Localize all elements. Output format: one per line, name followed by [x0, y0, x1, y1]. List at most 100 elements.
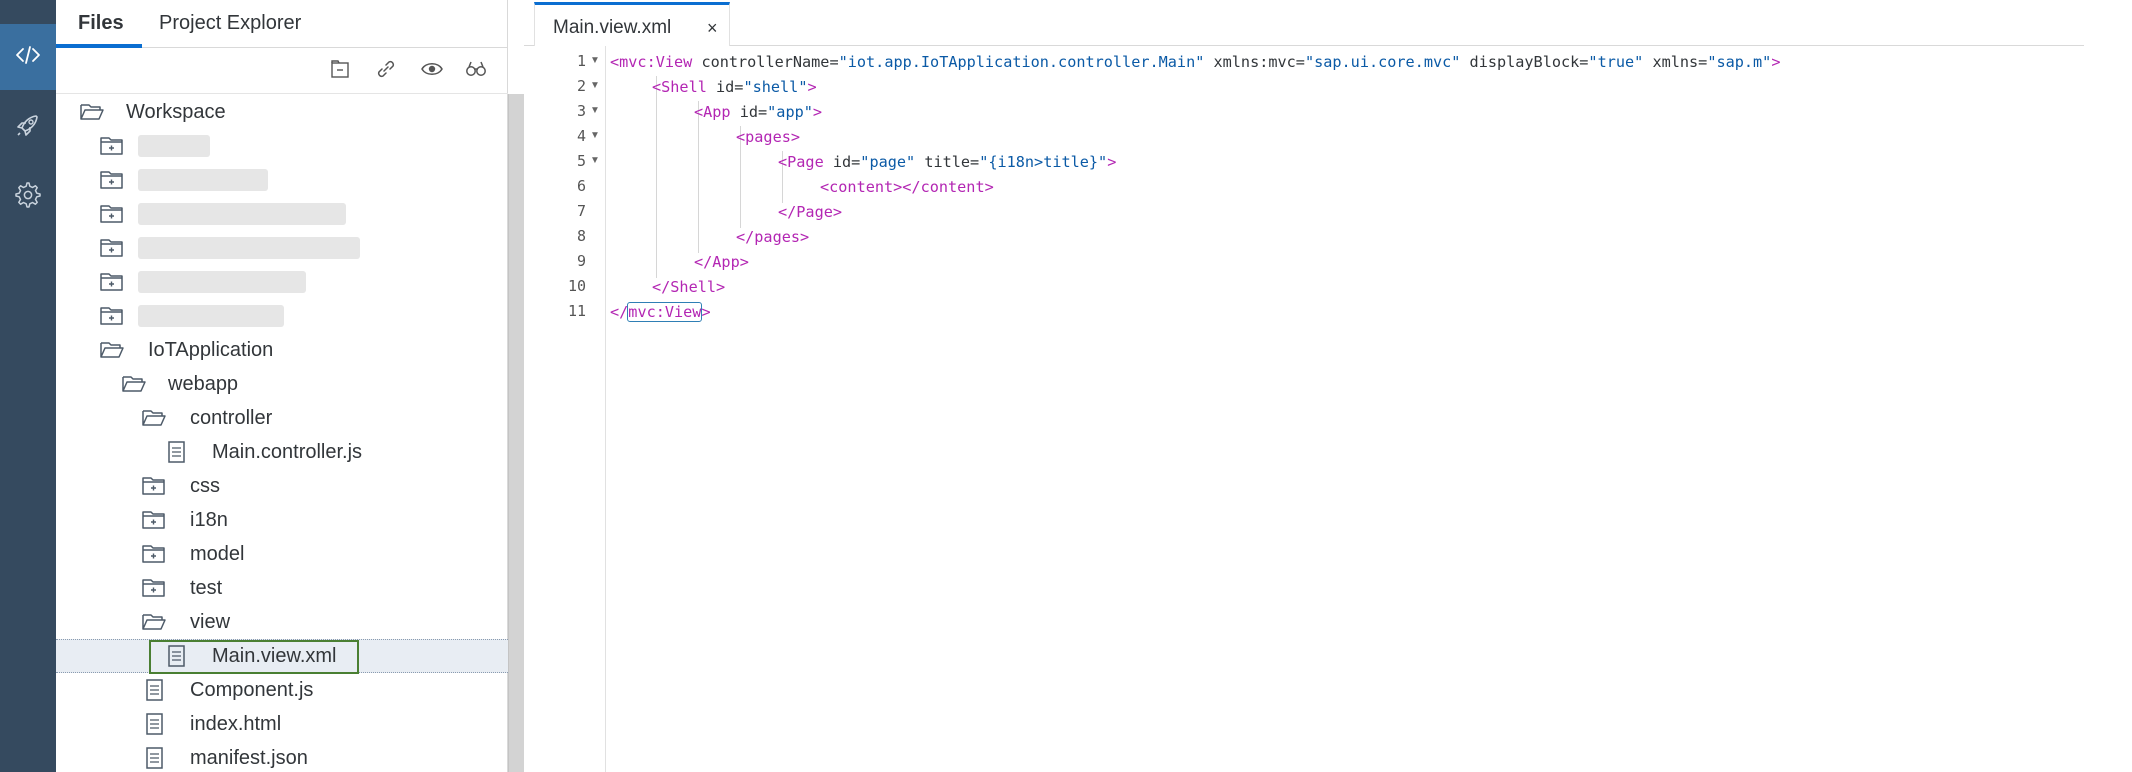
file-icon: [140, 746, 168, 770]
line-number: 11: [567, 302, 586, 320]
tree-item-folder[interactable]: [56, 129, 508, 163]
folder-closed-icon: [98, 270, 126, 294]
tree-item-controller[interactable]: controller: [56, 401, 508, 435]
side-panel: Files Project Explorer Workspace IoTAppl…: [56, 0, 508, 772]
tree-item-test[interactable]: test: [56, 571, 508, 605]
code-editor[interactable]: <mvc:View controllerName="iot.app.IoTApp…: [610, 46, 2080, 772]
tree-item-model[interactable]: model: [56, 537, 508, 571]
file-icon: [140, 678, 168, 702]
code-line-4: <pages>: [736, 128, 801, 146]
indent-guide: [656, 76, 657, 278]
code-line-8: </pages>: [736, 228, 810, 246]
tree-item-label: controller: [190, 406, 273, 429]
tree-item-label: test: [190, 576, 223, 599]
line-number: 8: [576, 227, 586, 245]
link-with-editor-button[interactable]: [370, 56, 402, 86]
tree-item-folder[interactable]: [56, 265, 508, 299]
tree-item-index[interactable]: index.html: [56, 707, 508, 741]
code-line-10: </Shell>: [652, 278, 726, 296]
line-number: 4: [576, 127, 586, 145]
tree-item-folder[interactable]: [56, 197, 508, 231]
matched-tag-highlight: mvc:View: [627, 302, 703, 322]
code-line-6: <content></content>: [820, 178, 994, 196]
tree-item-label: Main.controller.js: [212, 440, 363, 463]
redacted-label: [138, 305, 284, 327]
folder-closed-icon: [98, 236, 126, 260]
tree-item-view[interactable]: view: [56, 605, 508, 639]
fold-toggle-icon[interactable]: ▼: [590, 155, 600, 166]
code-line-2: <Shell id="shell">: [652, 78, 817, 96]
tree-item-label: view: [190, 610, 231, 633]
editor-tab-label: Main.view.xml: [553, 17, 672, 38]
collapse-all-button[interactable]: [324, 56, 356, 86]
folder-open-icon: [98, 338, 126, 362]
redacted-label: [138, 135, 210, 157]
folder-open-icon: [78, 100, 106, 124]
folder-open-icon: [140, 610, 168, 634]
tree-item-main-controller[interactable]: Main.controller.js: [56, 435, 508, 469]
folder-closed-icon: [140, 474, 168, 498]
tree-item-main-view[interactable]: Main.view.xml: [56, 639, 508, 674]
show-hidden-icon: [420, 57, 444, 86]
redacted-label: [138, 237, 360, 259]
search-icon: [464, 57, 488, 86]
redacted-label: [138, 169, 268, 191]
tree-item-webapp[interactable]: webapp: [56, 367, 508, 401]
tree-item-label: index.html: [190, 712, 282, 735]
fold-toggle-icon[interactable]: ▼: [590, 105, 600, 116]
fold-toggle-icon[interactable]: ▼: [590, 55, 600, 66]
tree-item-folder[interactable]: [56, 299, 508, 333]
collapse-all-icon: [328, 57, 352, 86]
tree-item-manifest[interactable]: manifest.json: [56, 741, 508, 772]
fold-toggle-icon[interactable]: ▼: [590, 80, 600, 91]
file-tree: Workspace IoTApplication webapp controll…: [56, 94, 508, 772]
tree-item-label: manifest.json: [190, 746, 308, 769]
settings-button[interactable]: [0, 164, 56, 230]
tree-item-project[interactable]: IoTApplication: [56, 333, 508, 367]
line-number: 5: [576, 152, 586, 170]
tree-item-label: Workspace: [126, 100, 226, 123]
folder-closed-icon: [140, 576, 168, 600]
tab-project-explorer[interactable]: Project Explorer: [159, 12, 301, 35]
redacted-label: [138, 203, 346, 225]
file-icon: [162, 644, 190, 668]
editor-tab-main-view[interactable]: Main.view.xml ×: [534, 2, 730, 46]
line-number: 10: [567, 277, 586, 295]
tree-item-folder[interactable]: [56, 231, 508, 265]
tab-files[interactable]: Files: [78, 12, 124, 35]
file-toolbar: [56, 48, 508, 94]
search-button[interactable]: [460, 56, 492, 86]
folder-closed-icon: [98, 168, 126, 192]
tree-item-workspace[interactable]: Workspace: [56, 95, 508, 129]
folder-open-icon: [140, 406, 168, 430]
tree-item-folder[interactable]: [56, 163, 508, 197]
line-number: 2: [576, 77, 586, 95]
redacted-label: [138, 271, 306, 293]
folder-closed-icon: [98, 304, 126, 328]
code-icon: [14, 41, 42, 74]
editor-area: Main.view.xml × 1 ▼ 2 ▼ 3 ▼ 4 ▼ 5 ▼ 6 7 …: [524, 0, 2084, 772]
tree-item-label: IoTApplication: [148, 338, 274, 361]
code-line-7: </Page>: [778, 203, 843, 221]
fold-toggle-icon[interactable]: ▼: [590, 130, 600, 141]
close-icon[interactable]: ×: [707, 18, 718, 39]
activity-bar: [0, 0, 56, 772]
code-line-5: <Page id="page" title="{i18n>title}">: [778, 153, 1117, 171]
side-panel-scrollbar[interactable]: [508, 94, 524, 772]
development-button[interactable]: [0, 24, 56, 90]
line-number: 1: [576, 52, 586, 70]
link-icon: [374, 57, 398, 86]
folder-closed-icon: [140, 542, 168, 566]
tree-item-component[interactable]: Component.js: [56, 673, 508, 707]
tree-item-css[interactable]: css: [56, 469, 508, 503]
panel-tabs: Files Project Explorer: [56, 0, 508, 48]
tree-item-label: Main.view.xml: [212, 644, 337, 667]
line-number-gutter: 1 ▼ 2 ▼ 3 ▼ 4 ▼ 5 ▼ 6 7 8 9 10 11: [524, 46, 606, 772]
show-hidden-files-button[interactable]: [416, 56, 448, 86]
tree-item-i18n[interactable]: i18n: [56, 503, 508, 537]
line-number: 9: [576, 252, 586, 270]
file-icon: [162, 440, 190, 464]
tree-item-label: Component.js: [190, 678, 314, 701]
gear-icon: [14, 181, 42, 214]
deploy-button[interactable]: [0, 94, 56, 160]
